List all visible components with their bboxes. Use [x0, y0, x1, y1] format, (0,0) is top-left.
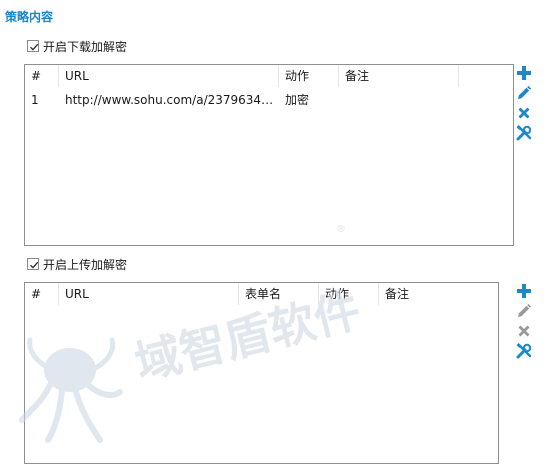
edit-icon [518, 303, 532, 317]
upload-encrypt-checkbox[interactable]: 开启上传加解密 [27, 256, 127, 272]
add-icon [517, 284, 531, 298]
settings-button[interactable] [515, 124, 533, 142]
edit-button[interactable] [515, 84, 533, 102]
delete-icon [518, 325, 530, 337]
checkbox-checked-icon[interactable] [27, 258, 39, 270]
add-icon [517, 66, 531, 80]
checkbox-checked-icon[interactable] [27, 40, 39, 52]
column-header-action[interactable]: 动作 [279, 65, 339, 87]
add-button[interactable] [515, 282, 533, 300]
section-title: 策略内容 [5, 10, 54, 24]
row-action: 加密 [285, 93, 310, 107]
delete-button[interactable] [515, 104, 533, 122]
download-table-header: # URL 动作 备注 [25, 65, 513, 87]
column-header-note[interactable]: 备注 [339, 65, 459, 87]
edit-icon [518, 85, 532, 99]
edit-button-disabled[interactable] [515, 302, 533, 320]
column-header-url[interactable]: URL [59, 65, 279, 87]
column-header-number[interactable]: # [25, 283, 59, 305]
row-note [339, 89, 459, 111]
upload-rules-table: # URL 表单名 动作 备注 [24, 282, 499, 464]
settings-button[interactable] [515, 342, 533, 360]
row-url: http://www.sohu.com/a/23796343... [65, 93, 275, 107]
table-row[interactable]: 1 http://www.sohu.com/a/23796343... 加密 [25, 89, 513, 111]
column-header-form-name[interactable]: 表单名 [239, 283, 319, 305]
column-header-action[interactable]: 动作 [319, 283, 379, 305]
download-encrypt-checkbox[interactable]: 开启下载加解密 [27, 38, 127, 54]
delete-icon [518, 107, 530, 119]
settings-icon [516, 125, 532, 141]
add-button[interactable] [515, 64, 533, 82]
settings-icon [516, 343, 532, 359]
column-header-number[interactable]: # [25, 65, 59, 87]
upload-encrypt-label: 开启上传加解密 [43, 257, 128, 272]
upload-table-header: # URL 表单名 动作 备注 [25, 283, 498, 305]
row-number: 1 [31, 93, 39, 107]
download-encrypt-label: 开启下载加解密 [43, 39, 128, 54]
delete-button-disabled[interactable] [515, 322, 533, 340]
column-header-url[interactable]: URL [59, 283, 239, 305]
download-rules-table: # URL 动作 备注 1 http://www.sohu.com/a/2379… [24, 64, 514, 246]
column-header-note[interactable]: 备注 [379, 283, 498, 305]
